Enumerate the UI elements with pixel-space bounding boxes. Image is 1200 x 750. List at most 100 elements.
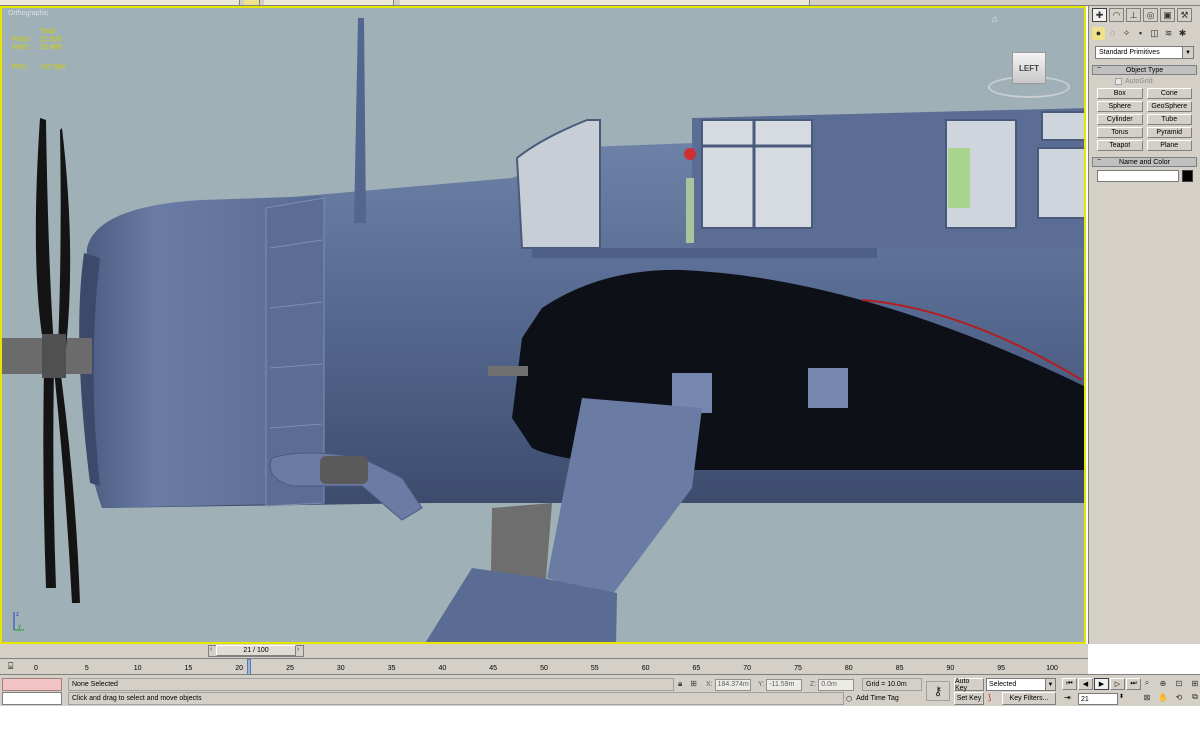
stats-key	[12, 28, 34, 36]
name-color-rollout-header[interactable]: − Name and Color	[1092, 157, 1197, 167]
play-icon[interactable]: ▶	[1094, 678, 1109, 690]
motion-tab-icon[interactable]: ◎	[1143, 8, 1158, 22]
maxscript-listener-mini[interactable]	[2, 678, 62, 691]
home-icon[interactable]: ⌂	[992, 14, 998, 25]
absolute-mode-icon[interactable]: ⊞	[690, 679, 697, 689]
autogrid-label: AutoGrid	[1125, 78, 1153, 85]
y-value-field[interactable]: -11.59m	[766, 678, 803, 691]
x-label: X:	[706, 681, 713, 688]
lock-icon[interactable]: 🔒︎	[678, 679, 682, 689]
current-frame-marker[interactable]	[247, 659, 252, 675]
modify-tab-icon[interactable]: ◠	[1109, 8, 1124, 22]
maxscript-input[interactable]	[2, 692, 62, 705]
object-color-swatch[interactable]	[1182, 170, 1193, 182]
viewport-statistics: Total Polys: 21,620 Verts: 20,488 FPS: 137.…	[12, 28, 65, 72]
key-mode-toggle-icon[interactable]: ⇥	[1064, 693, 1071, 702]
chevron-down-icon[interactable]: ▼	[1045, 679, 1055, 690]
plane-button[interactable]: Plane	[1146, 140, 1192, 151]
shapes-icon[interactable]: ◌	[1106, 27, 1119, 40]
go-to-start-icon[interactable]: ⏮	[1062, 678, 1077, 690]
pan-icon[interactable]: ✋	[1156, 691, 1170, 703]
spacewarps-icon[interactable]: ≋	[1162, 27, 1175, 40]
maximize-viewport-icon[interactable]: ⧉	[1188, 691, 1200, 703]
object-type-rollout-header[interactable]: − Object Type	[1092, 65, 1197, 75]
autogrid-checkbox[interactable]	[1115, 78, 1122, 85]
frame-spinner-icon[interactable]: ⬍	[1119, 693, 1124, 700]
cameras-icon[interactable]: ▪	[1134, 27, 1147, 40]
chevron-down-icon[interactable]: ▼	[1182, 47, 1193, 58]
key-selection-dropdown[interactable]: Selected ▼	[986, 678, 1056, 691]
autogrid-option[interactable]: AutoGrid	[1115, 78, 1200, 85]
torus-button[interactable]: Torus	[1097, 127, 1143, 138]
next-frame-icon[interactable]: ▷	[1110, 678, 1125, 690]
frame-tick-label: 100	[1046, 665, 1058, 672]
zoom-extents-icon[interactable]: ⊡	[1172, 677, 1186, 689]
fps-value: 137.954	[40, 64, 66, 71]
geosphere-button[interactable]: GeoSphere	[1146, 101, 1192, 112]
key-filters-button[interactable]: Key Filters...	[1002, 692, 1056, 705]
trackbar[interactable]: ⌸ 0 5 10 15 20 25 30 35 40 45 50 55 60 65 70 75 80 85 90 95…	[0, 658, 1088, 675]
selection-info: None Selected	[68, 678, 674, 691]
previous-frame-icon[interactable]: ◀	[1078, 678, 1093, 690]
lights-icon[interactable]: ✧	[1120, 27, 1133, 40]
zoom-all-icon[interactable]: ⊕	[1156, 677, 1170, 689]
status-bar: None Selected Click and drag to select a…	[0, 674, 1200, 706]
tube-button[interactable]: Tube	[1146, 114, 1192, 125]
cone-button[interactable]: Cone	[1146, 88, 1192, 99]
x-value-field[interactable]: 184.374m	[714, 678, 751, 691]
utilities-tab-icon[interactable]: ⚒	[1177, 8, 1192, 22]
primitive-type-dropdown[interactable]: Standard Primitives ▼	[1095, 46, 1194, 59]
create-tab-icon[interactable]: ✚	[1092, 8, 1107, 22]
time-slider-thumb[interactable]: 21 / 100	[216, 645, 296, 656]
teapot-button[interactable]: Teapot	[1097, 140, 1143, 151]
command-panel-tabs: ✚ ◠ ⊥ ◎ ▣ ⚒	[1089, 6, 1200, 24]
go-to-end-icon[interactable]: ⏭	[1126, 678, 1141, 690]
time-slider: ‹ 21 / 100 ›	[0, 644, 1088, 658]
next-frame-arrow-icon[interactable]: ›	[297, 646, 299, 653]
viewport-label[interactable]: Orthographic	[8, 10, 48, 17]
geometry-icon[interactable]: ●	[1092, 26, 1105, 40]
z-value-field[interactable]: 0.0m	[818, 678, 855, 691]
create-categories: ● ◌ ✧ ▪ ◫ ≋ ✱	[1089, 24, 1200, 42]
prev-frame-arrow-icon[interactable]: ‹	[210, 646, 212, 653]
auto-key-button[interactable]: Auto Key	[954, 678, 984, 692]
frame-tick-label: 60	[641, 665, 650, 672]
axis-tripod-icon: z y	[13, 612, 24, 631]
toolbar-segment-active[interactable]	[244, 0, 260, 5]
left-viewport[interactable]: Orthographic Total Polys: 21,620 Verts: 20…	[0, 6, 1086, 644]
box-button[interactable]: Box	[1097, 88, 1143, 99]
curve-editor-icon[interactable]: ⌸	[8, 661, 13, 672]
add-time-tag[interactable]: ⬡ Add Time Tag	[846, 692, 922, 705]
fps-label: FPS:	[12, 64, 28, 71]
set-key-icon[interactable]: ⟆	[988, 693, 998, 704]
zoom-extents-all-icon[interactable]: ⊞	[1188, 677, 1200, 689]
collapse-icon[interactable]: −	[1097, 157, 1101, 164]
set-key-button[interactable]: Set Key	[954, 692, 984, 705]
systems-icon[interactable]: ✱	[1176, 27, 1189, 40]
display-tab-icon[interactable]: ▣	[1160, 8, 1175, 22]
helpers-icon[interactable]: ◫	[1148, 27, 1161, 40]
coordinate-tools: 🔒︎ ⊞	[678, 679, 697, 689]
zoom-icon[interactable]: ⌕	[1140, 677, 1154, 689]
zoom-region-icon[interactable]: ⊠	[1140, 691, 1154, 703]
pyramid-button[interactable]: Pyramid	[1146, 127, 1192, 138]
sphere-button[interactable]: Sphere	[1097, 101, 1143, 112]
y-coordinate: Y: -11.59m	[758, 678, 803, 691]
y-label: Y:	[758, 681, 765, 688]
object-name-field[interactable]	[1097, 170, 1179, 182]
frame-tick-label: 80	[844, 665, 853, 672]
stats-key: Verts:	[12, 44, 30, 51]
aircraft-model[interactable]	[2, 8, 1086, 644]
frame-tick-label: 45	[489, 665, 498, 672]
frame-tick-label: 70	[743, 665, 752, 672]
cylinder-button[interactable]: Cylinder	[1097, 114, 1143, 125]
toolbar-segment	[400, 0, 810, 5]
collapse-icon[interactable]: −	[1097, 65, 1101, 72]
key-mode-icon[interactable]: ⚷	[926, 681, 950, 701]
viewcube[interactable]: LEFT	[1012, 52, 1046, 84]
hierarchy-tab-icon[interactable]: ⊥	[1126, 8, 1141, 22]
current-frame-field[interactable]: 21	[1078, 693, 1118, 705]
frame-tick-label: 0	[34, 665, 38, 672]
orbit-icon[interactable]: ⟲	[1172, 691, 1186, 703]
frame-ruler[interactable]: 0 5 10 15 20 25 30 35 40 45 50 55 60 65 70 75 80 85 90 95 10…	[24, 659, 1064, 675]
